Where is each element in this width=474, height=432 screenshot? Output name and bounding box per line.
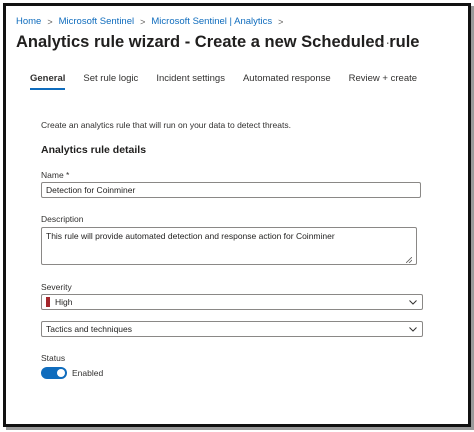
chevron-down-icon (409, 327, 417, 332)
more-options-icon[interactable]: ··· (374, 34, 391, 50)
severity-indicator (46, 297, 50, 307)
chevron-down-icon (409, 300, 417, 305)
tab-set-rule-logic[interactable]: Set rule logic (83, 73, 138, 90)
status-label: Status (41, 353, 66, 363)
tab-review-create[interactable]: Review + create (349, 73, 417, 90)
breadcrumb-home[interactable]: Home (16, 16, 41, 27)
resize-grip-icon[interactable] (406, 257, 412, 263)
breadcrumb-microsoft-sentinel[interactable]: Microsoft Sentinel (59, 16, 135, 27)
status-value: Enabled (72, 368, 104, 378)
breadcrumb-separator-icon: > (278, 16, 284, 27)
breadcrumb-separator-icon: > (140, 16, 146, 27)
description-label: Description (41, 214, 84, 224)
page-title: Analytics rule wizard - Create a new Sch… (16, 33, 420, 51)
breadcrumb: Home > Microsoft Sentinel > Microsoft Se… (16, 16, 289, 27)
status-toggle[interactable] (41, 367, 67, 379)
intro-text: Create an analytics rule that will run o… (41, 120, 291, 130)
wizard-tabs: General Set rule logic Incident settings… (30, 73, 435, 90)
tactics-dropdown[interactable]: Tactics and techniques (41, 321, 423, 337)
severity-label: Severity (41, 282, 72, 292)
breadcrumb-sentinel-analytics[interactable]: Microsoft Sentinel | Analytics (151, 16, 272, 27)
breadcrumb-separator-icon: > (47, 16, 53, 27)
tab-automated-response[interactable]: Automated response (243, 73, 331, 90)
name-label: Name * (41, 170, 70, 180)
tab-general[interactable]: General (30, 73, 66, 90)
window-frame: Home > Microsoft Sentinel > Microsoft Se… (3, 3, 471, 427)
tactics-value: Tactics and techniques (46, 324, 132, 334)
severity-value: High (55, 297, 73, 307)
description-field[interactable]: This rule will provide automated detecti… (41, 227, 417, 265)
severity-dropdown[interactable]: High (41, 294, 423, 310)
section-title: Analytics rule details (41, 144, 147, 156)
tab-incident-settings[interactable]: Incident settings (156, 73, 225, 90)
name-field[interactable] (41, 182, 421, 198)
toggle-knob (57, 369, 65, 377)
